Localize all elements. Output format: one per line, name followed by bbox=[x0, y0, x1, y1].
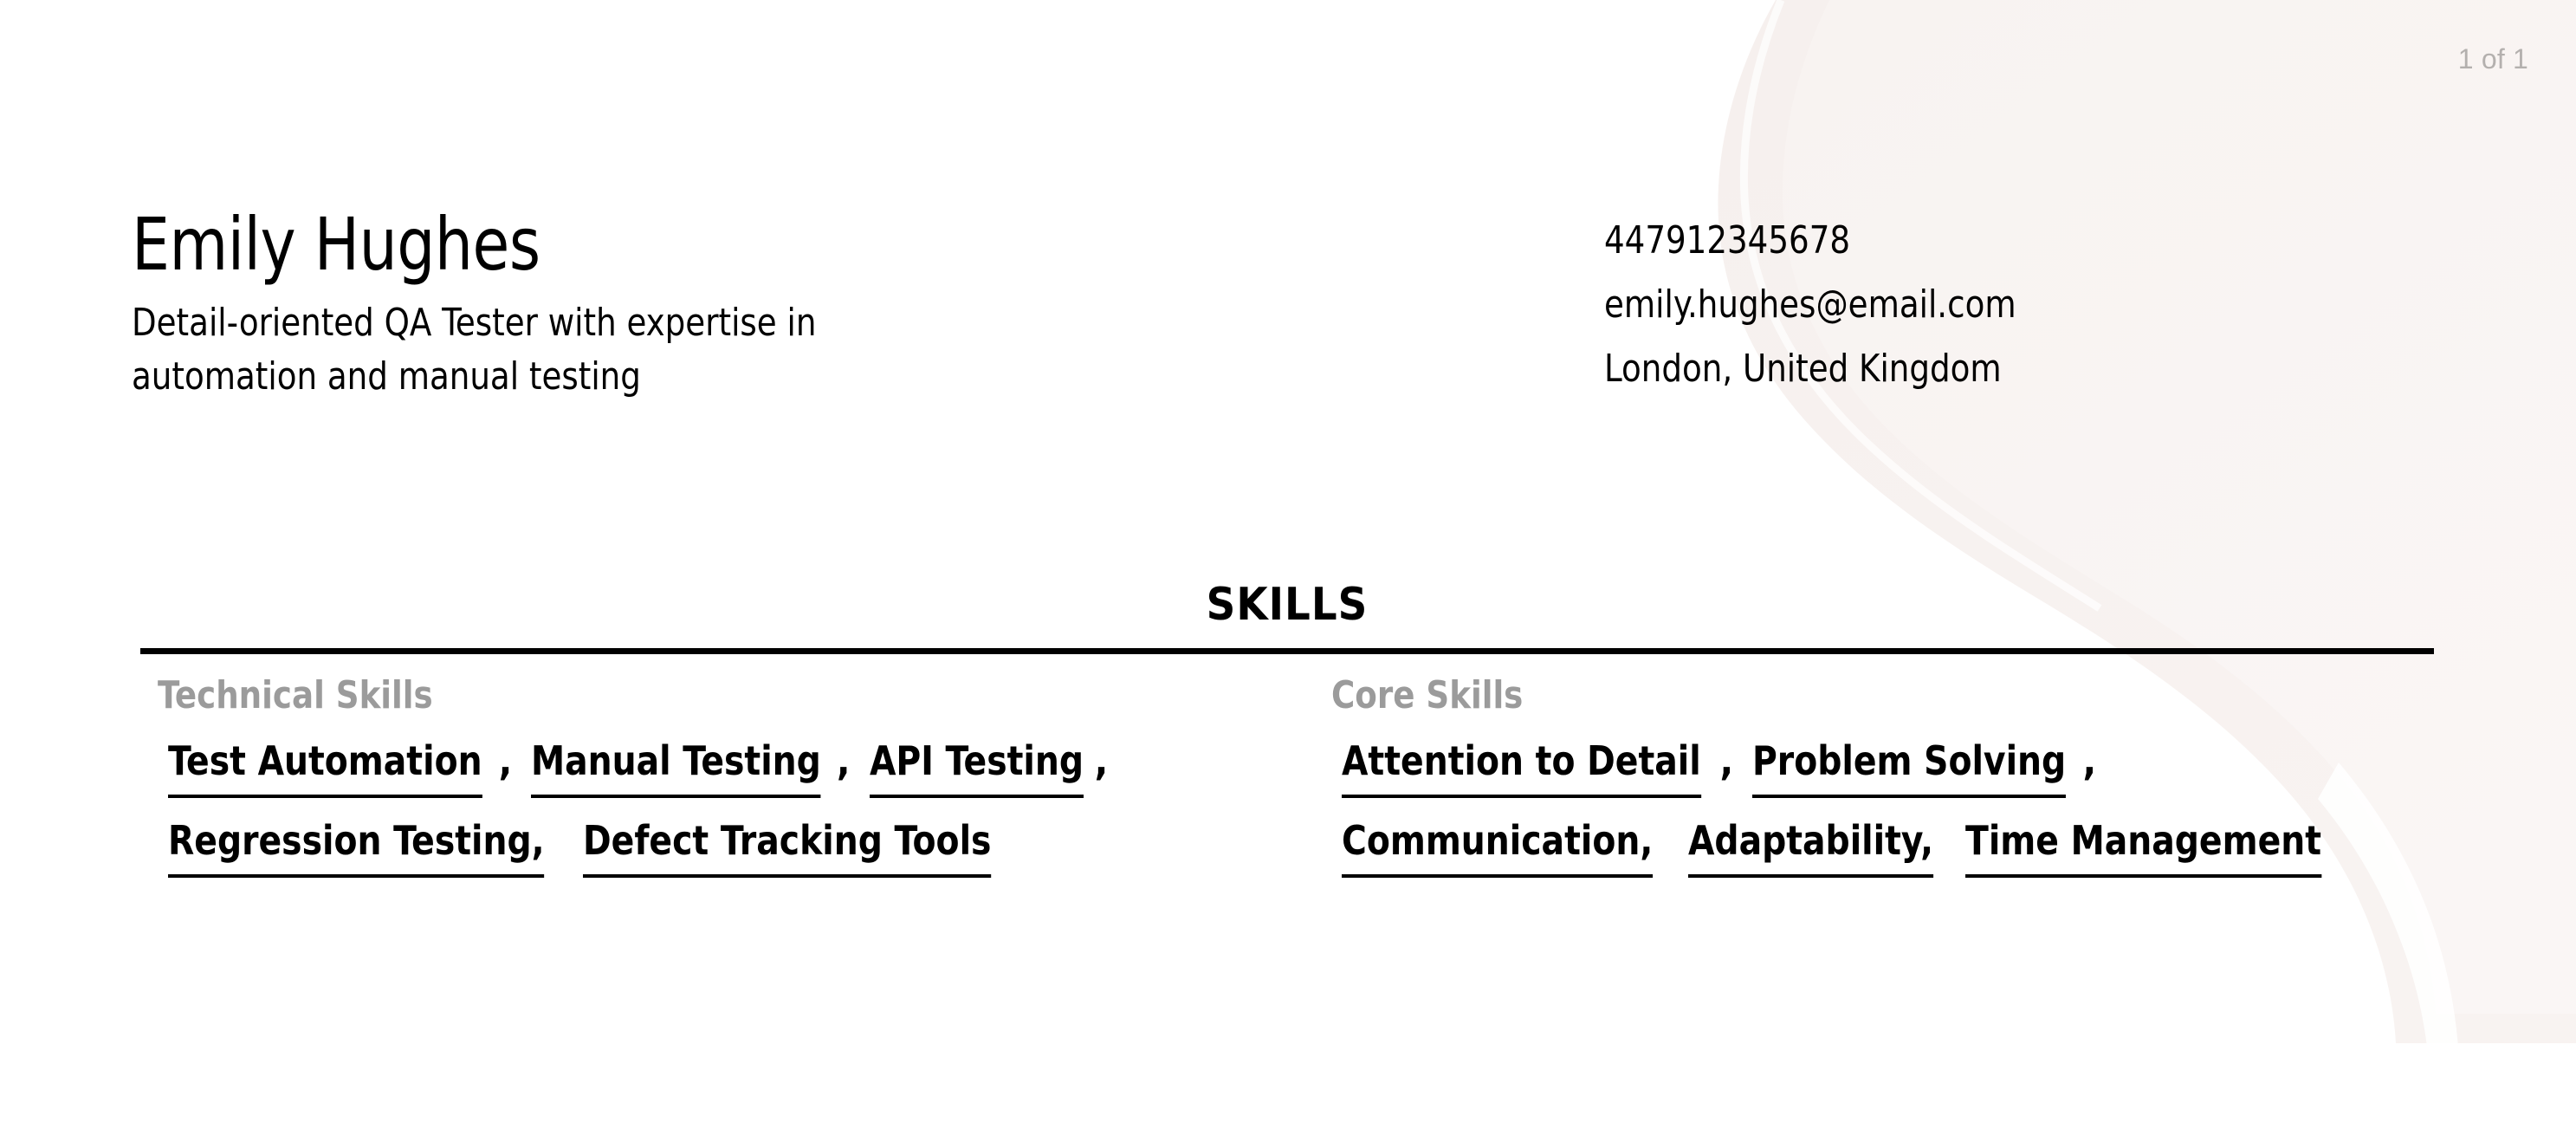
skill-row: Regression Testing, Defect Tracking Tools bbox=[168, 820, 1314, 878]
skill-rows: Attention to Detail, Problem Solving, Comm… bbox=[1314, 737, 2434, 878]
skill-item: Attention to Detail, bbox=[1342, 737, 1734, 798]
skill-separator: , bbox=[1094, 737, 1109, 784]
resume-document: Emily Hughes Detail-oriented QA Tester w… bbox=[0, 0, 2576, 1142]
skill-category-label: Core Skills bbox=[1331, 673, 1524, 717]
section-divider bbox=[140, 648, 2434, 654]
skill-row: Communication, Adaptability, Time Manageme… bbox=[1342, 820, 2434, 878]
contact-phone: 447912345678 bbox=[1604, 218, 1851, 263]
identity-block: Emily Hughes Detail-oriented QA Tester w… bbox=[132, 208, 1570, 405]
skill-name: Time Management bbox=[1965, 820, 2322, 878]
skill-name: Problem Solving bbox=[1752, 740, 2067, 798]
skill-row: Test Automation, Manual Testing, API Testi… bbox=[168, 737, 1314, 798]
skill-item: Test Automation, bbox=[168, 737, 513, 798]
candidate-headline: Detail-oriented QA Tester with expertise… bbox=[132, 301, 817, 399]
skill-separator: , bbox=[836, 737, 851, 784]
skill-item: Defect Tracking Tools bbox=[583, 820, 1013, 878]
skill-name: Adaptability, bbox=[1688, 820, 1934, 878]
skill-item: Regression Testing, bbox=[168, 820, 564, 878]
candidate-name: Emily Hughes bbox=[132, 202, 540, 287]
skill-name: Attention to Detail bbox=[1342, 740, 1701, 798]
skill-name: API Testing bbox=[869, 740, 1084, 798]
skill-rows: Test Automation, Manual Testing, API Testi… bbox=[140, 737, 1314, 878]
skill-row: Attention to Detail, Problem Solving, bbox=[1342, 737, 2434, 798]
resume-header: Emily Hughes Detail-oriented QA Tester w… bbox=[132, 208, 2436, 405]
skill-item: Time Management bbox=[1965, 820, 2340, 878]
skill-column-core: Core Skills Attention to Detail, Problem … bbox=[1314, 677, 2434, 878]
contact-block: 447912345678 emily.hughes@email.com Lond… bbox=[1604, 208, 2262, 388]
skill-column-technical: Technical Skills Test Automation, Manual … bbox=[140, 677, 1314, 878]
skill-item: Problem Solving, bbox=[1752, 737, 2097, 798]
skill-separator: , bbox=[1719, 737, 1734, 784]
contact-location: London, United Kingdom bbox=[1604, 347, 2002, 391]
skill-name: Communication, bbox=[1342, 820, 1654, 878]
contact-email: emily.hughes@email.com bbox=[1604, 282, 2016, 327]
skill-item: Manual Testing, bbox=[531, 737, 851, 798]
skill-name: Manual Testing bbox=[531, 740, 822, 798]
page-counter: 1 of 1 bbox=[2457, 43, 2528, 75]
section-skills: SKILLS Technical Skills Test Automation,… bbox=[140, 582, 2434, 878]
skill-name: Test Automation bbox=[168, 740, 482, 798]
skill-separator: , bbox=[2082, 737, 2097, 784]
skill-name: Regression Testing, bbox=[168, 820, 545, 878]
skill-item: Communication, bbox=[1342, 820, 1669, 878]
skills-columns: Technical Skills Test Automation, Manual … bbox=[140, 677, 2434, 878]
skill-category-label: Technical Skills bbox=[158, 673, 433, 717]
skill-item: API Testing, bbox=[869, 737, 1109, 798]
section-title: SKILLS bbox=[1206, 579, 1369, 631]
skill-separator: , bbox=[498, 737, 513, 784]
skill-name: Defect Tracking Tools bbox=[583, 820, 992, 878]
skill-item: Adaptability, bbox=[1688, 820, 1946, 878]
